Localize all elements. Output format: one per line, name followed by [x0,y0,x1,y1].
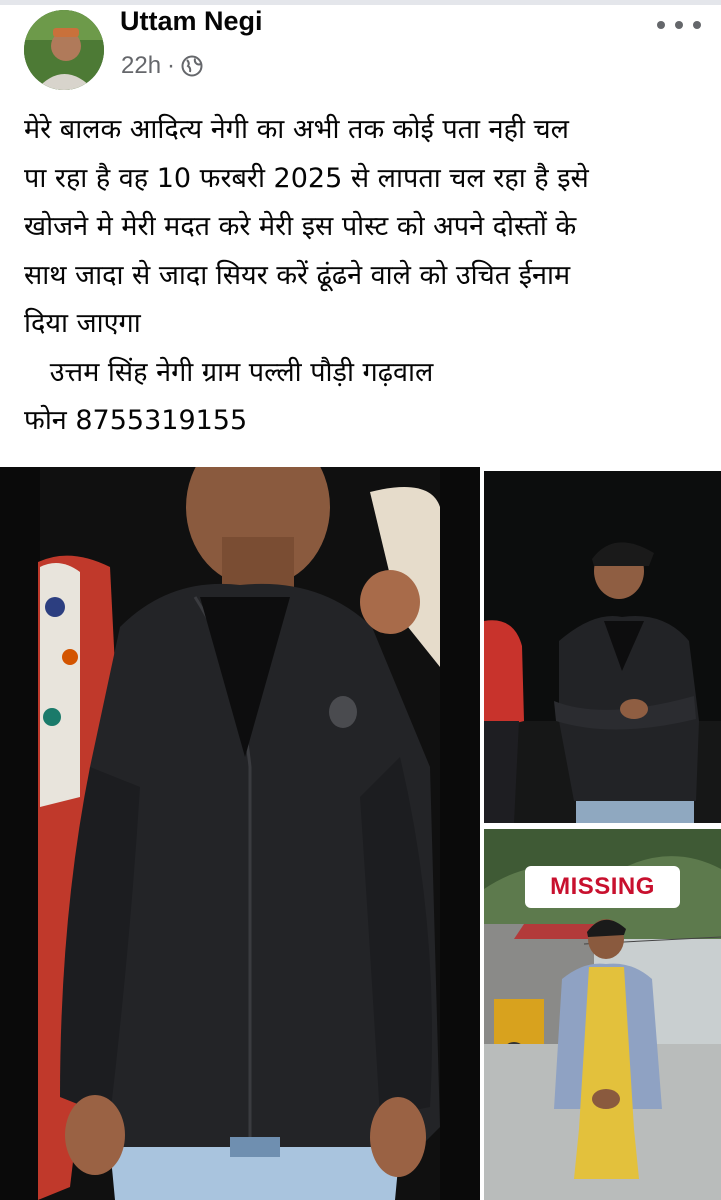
photo-main[interactable] [0,467,480,1200]
globe-icon [181,55,203,77]
post-meta: 22h · [121,52,203,80]
author-name[interactable]: Uttam Negi [120,6,263,37]
post-line: दिया जाएगा [24,308,141,339]
top-divider [0,0,721,5]
post-time[interactable]: 22h [121,52,161,80]
post-line: खोजने मे मेरी मदत करे मेरी इस पोस्ट को अ… [24,211,577,242]
more-dot [675,21,683,29]
more-options-button[interactable] [657,14,701,36]
more-dot [693,21,701,29]
post-line: उत्तम सिंह नेगी ग्राम पल्ली पौड़ी गढ़वाल [24,356,434,388]
post-line: फोन 8755319155 [24,405,248,436]
post-line: मेरे बालक आदित्य नेगी का अभी तक कोई पता … [24,114,569,145]
meta-separator: · [167,52,176,79]
more-dots-icon [657,21,665,29]
avatar[interactable] [24,10,104,90]
post-body: मेरे बालक आदित्य नेगी का अभी तक कोई पता … [24,106,704,446]
post-line: पा रहा है वह 10 फरबरी 2025 से लापता चल र… [24,162,589,194]
post-line: साथ जादा से जादा सियर करें ढूंढने वाले क… [24,259,571,291]
missing-label: MISSING [525,866,680,908]
photo-top-right[interactable] [484,471,721,823]
photo-grid [0,467,721,1200]
